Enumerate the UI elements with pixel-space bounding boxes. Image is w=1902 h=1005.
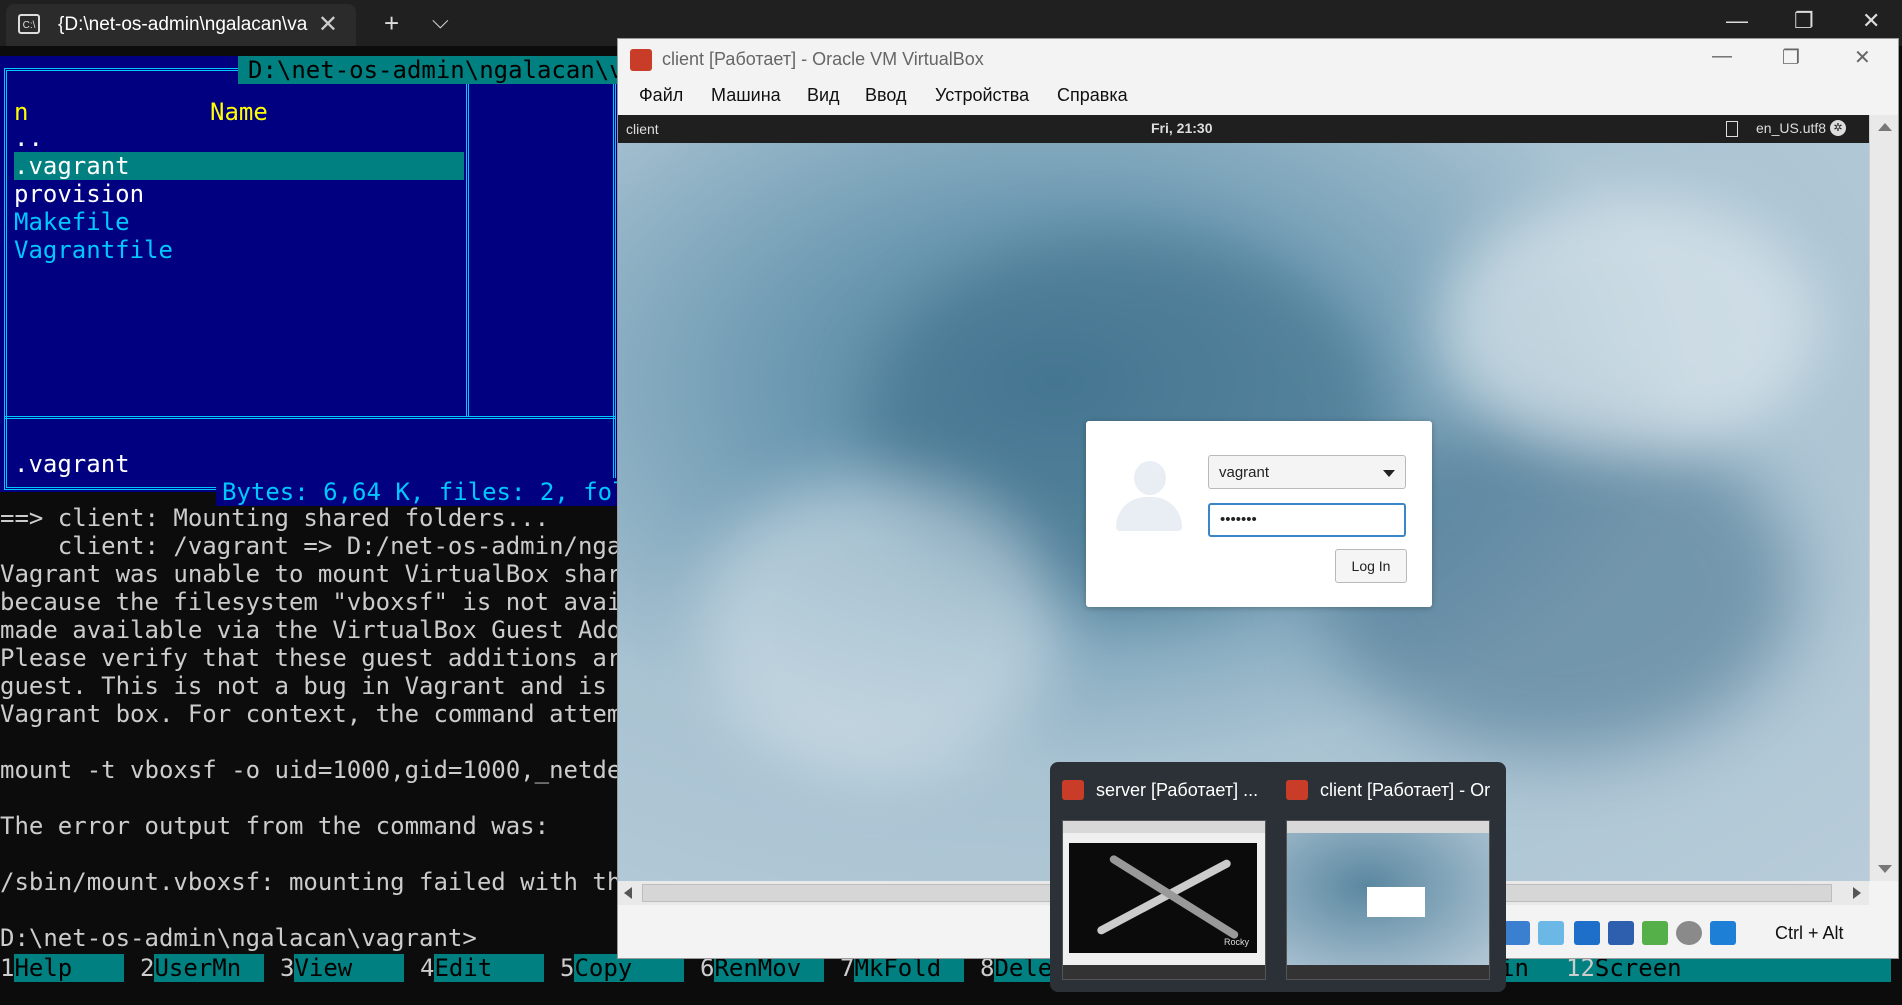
wallpaper-foam (1438, 195, 1818, 455)
console-line: ==> client: Mounting shared folders... (0, 504, 550, 532)
file-item[interactable]: provision (14, 180, 144, 208)
login-button[interactable]: Log In (1335, 549, 1407, 583)
gnome-topbar: client Fri, 21:30 en_US.utf8 ✲ (618, 115, 1869, 143)
fkey-view[interactable]: 3View (280, 954, 405, 982)
menu-view[interactable]: Вид (807, 85, 840, 106)
console-line: /sbin/mount.vboxsf: mounting failed with… (0, 868, 636, 896)
guest-hostname: client (626, 121, 659, 137)
download-icon[interactable] (1710, 921, 1736, 945)
keyboard-icon[interactable] (1726, 121, 1738, 137)
scroll-left-icon[interactable] (624, 887, 632, 899)
video-capture-icon[interactable] (1608, 921, 1634, 945)
vbox-minimize-button[interactable]: — (1712, 45, 1732, 68)
scroll-right-icon[interactable] (1853, 887, 1861, 899)
shared-windows-icon[interactable] (1504, 921, 1530, 945)
shared-folders-icon[interactable] (1538, 921, 1564, 945)
file-item[interactable]: Makefile (14, 208, 130, 236)
close-window-button[interactable]: ✕ (1862, 8, 1880, 34)
mouse-integration-icon[interactable] (1676, 921, 1702, 945)
thumbnail-server[interactable]: server [Работает] ... Rocky (1050, 762, 1274, 992)
terminal-tab-title: {D:\net-os-admin\ngalacan\va (58, 14, 308, 35)
close-tab-icon[interactable]: ✕ (318, 10, 338, 39)
password-field[interactable]: ••••••• (1208, 503, 1406, 537)
vbox-close-button[interactable]: ✕ (1854, 45, 1871, 70)
panel-path: D:\net-os-admin\ngalacan\va (238, 56, 649, 84)
file-item[interactable]: Vagrantfile (14, 236, 173, 264)
fkey-edit[interactable]: 4Edit (420, 954, 545, 982)
file-item-parent[interactable]: .. (14, 124, 43, 152)
thumbnail-title: server [Работает] ... (1096, 780, 1259, 800)
console-line: mount -t vboxsf -o uid=1000,gid=1000,_ne… (0, 756, 636, 784)
rocky-brand: Rocky (1223, 937, 1249, 947)
vbox-menubar: Файл Машина Вид Ввод Устройства Справка (618, 79, 1898, 115)
user-avatar-icon (1116, 461, 1182, 533)
fkey-usermenu[interactable]: 2UserMn (140, 954, 265, 982)
menu-file[interactable]: Файл (639, 85, 683, 106)
console-line: Vagrant was unable to mount VirtualBox s… (0, 560, 636, 588)
maximize-button[interactable]: ❐ (1794, 8, 1814, 34)
panel-column-divider (466, 68, 475, 416)
console-line: The error output from the command was: (0, 812, 550, 840)
console-line: because the filesystem "vboxsf" is not a… (0, 588, 636, 616)
taskbar-thumbnail-popup: server [Работает] ... Rocky client [Рабо… (1050, 762, 1506, 992)
scroll-down-icon[interactable] (1878, 865, 1892, 873)
menu-help[interactable]: Справка (1057, 85, 1128, 106)
vbox-maximize-button[interactable]: ❐ (1782, 45, 1800, 70)
tab-dropdown-button[interactable]: ⌵ (432, 8, 449, 34)
console-line: Please verify that these guest additions… (0, 644, 636, 672)
username-value: vagrant (1219, 464, 1270, 481)
console-line: guest. This is not a bug in Vagrant and … (0, 672, 636, 700)
column-header-name: Name (210, 98, 268, 126)
console-line: client: /vagrant => D:/net-os-admin/ngal… (0, 532, 651, 560)
fkey-help[interactable]: 1Help (0, 954, 125, 982)
login-dialog: vagrant ••••••• Log In (1086, 421, 1432, 607)
guest-clock[interactable]: Fri, 21:30 (1151, 120, 1212, 136)
far-left-panel[interactable]: D:\net-os-admin\ngalacan\va n Name .. .v… (0, 56, 649, 506)
vbox-window-title: client [Работает] - Oracle VM VirtualBox (662, 49, 984, 69)
vertical-scrollbar[interactable] (1869, 115, 1898, 881)
file-item-selected[interactable]: .vagrant (14, 152, 464, 180)
menu-input[interactable]: Ввод (865, 85, 906, 106)
console-line: made available via the VirtualBox Guest … (0, 616, 636, 644)
command-prompt[interactable]: D:\net-os-admin\ngalacan\vagrant> (0, 924, 477, 952)
cpu-icon[interactable] (1642, 921, 1668, 945)
thumbnail-preview: Rocky (1062, 820, 1266, 980)
column-header-n: n (14, 98, 29, 126)
minimize-button[interactable]: — (1726, 8, 1748, 34)
username-select[interactable]: vagrant (1208, 455, 1406, 489)
wallpaper-foam (698, 475, 1058, 775)
panel-frame (4, 68, 616, 490)
thumbnail-client[interactable]: client [Работает] - Or... (1274, 762, 1498, 992)
console-line: Vagrant box. For context, the command at… (0, 700, 636, 728)
thumbnail-title: client [Работает] - Or... (1320, 780, 1490, 800)
scroll-up-icon[interactable] (1878, 123, 1892, 131)
virtualbox-logo-icon (630, 49, 652, 71)
dropdown-arrow-icon (1383, 470, 1395, 477)
virtualbox-logo-icon (1286, 780, 1308, 800)
new-tab-button[interactable]: + (384, 8, 399, 39)
panel-status: Bytes: 6,64 K, files: 2, fol (216, 478, 633, 506)
cmd-icon: C:\ (18, 14, 40, 34)
terminal-tab[interactable]: C:\ {D:\net-os-admin\ngalacan\va ✕ (6, 4, 356, 46)
accessibility-icon[interactable]: ✲ (1830, 120, 1846, 136)
guest-locale[interactable]: en_US.utf8 (1756, 120, 1826, 136)
current-file-info: .vagrant (14, 450, 130, 478)
thumbnail-preview (1286, 820, 1490, 980)
menu-machine[interactable]: Машина (711, 85, 781, 106)
host-key-label: Ctrl + Alt (1775, 923, 1844, 943)
panel-info-divider (4, 416, 616, 419)
vbox-titlebar[interactable]: client [Работает] - Oracle VM VirtualBox… (618, 39, 1898, 79)
display-icon[interactable] (1574, 921, 1600, 945)
menu-devices[interactable]: Устройства (935, 85, 1029, 106)
virtualbox-logo-icon (1062, 780, 1084, 800)
